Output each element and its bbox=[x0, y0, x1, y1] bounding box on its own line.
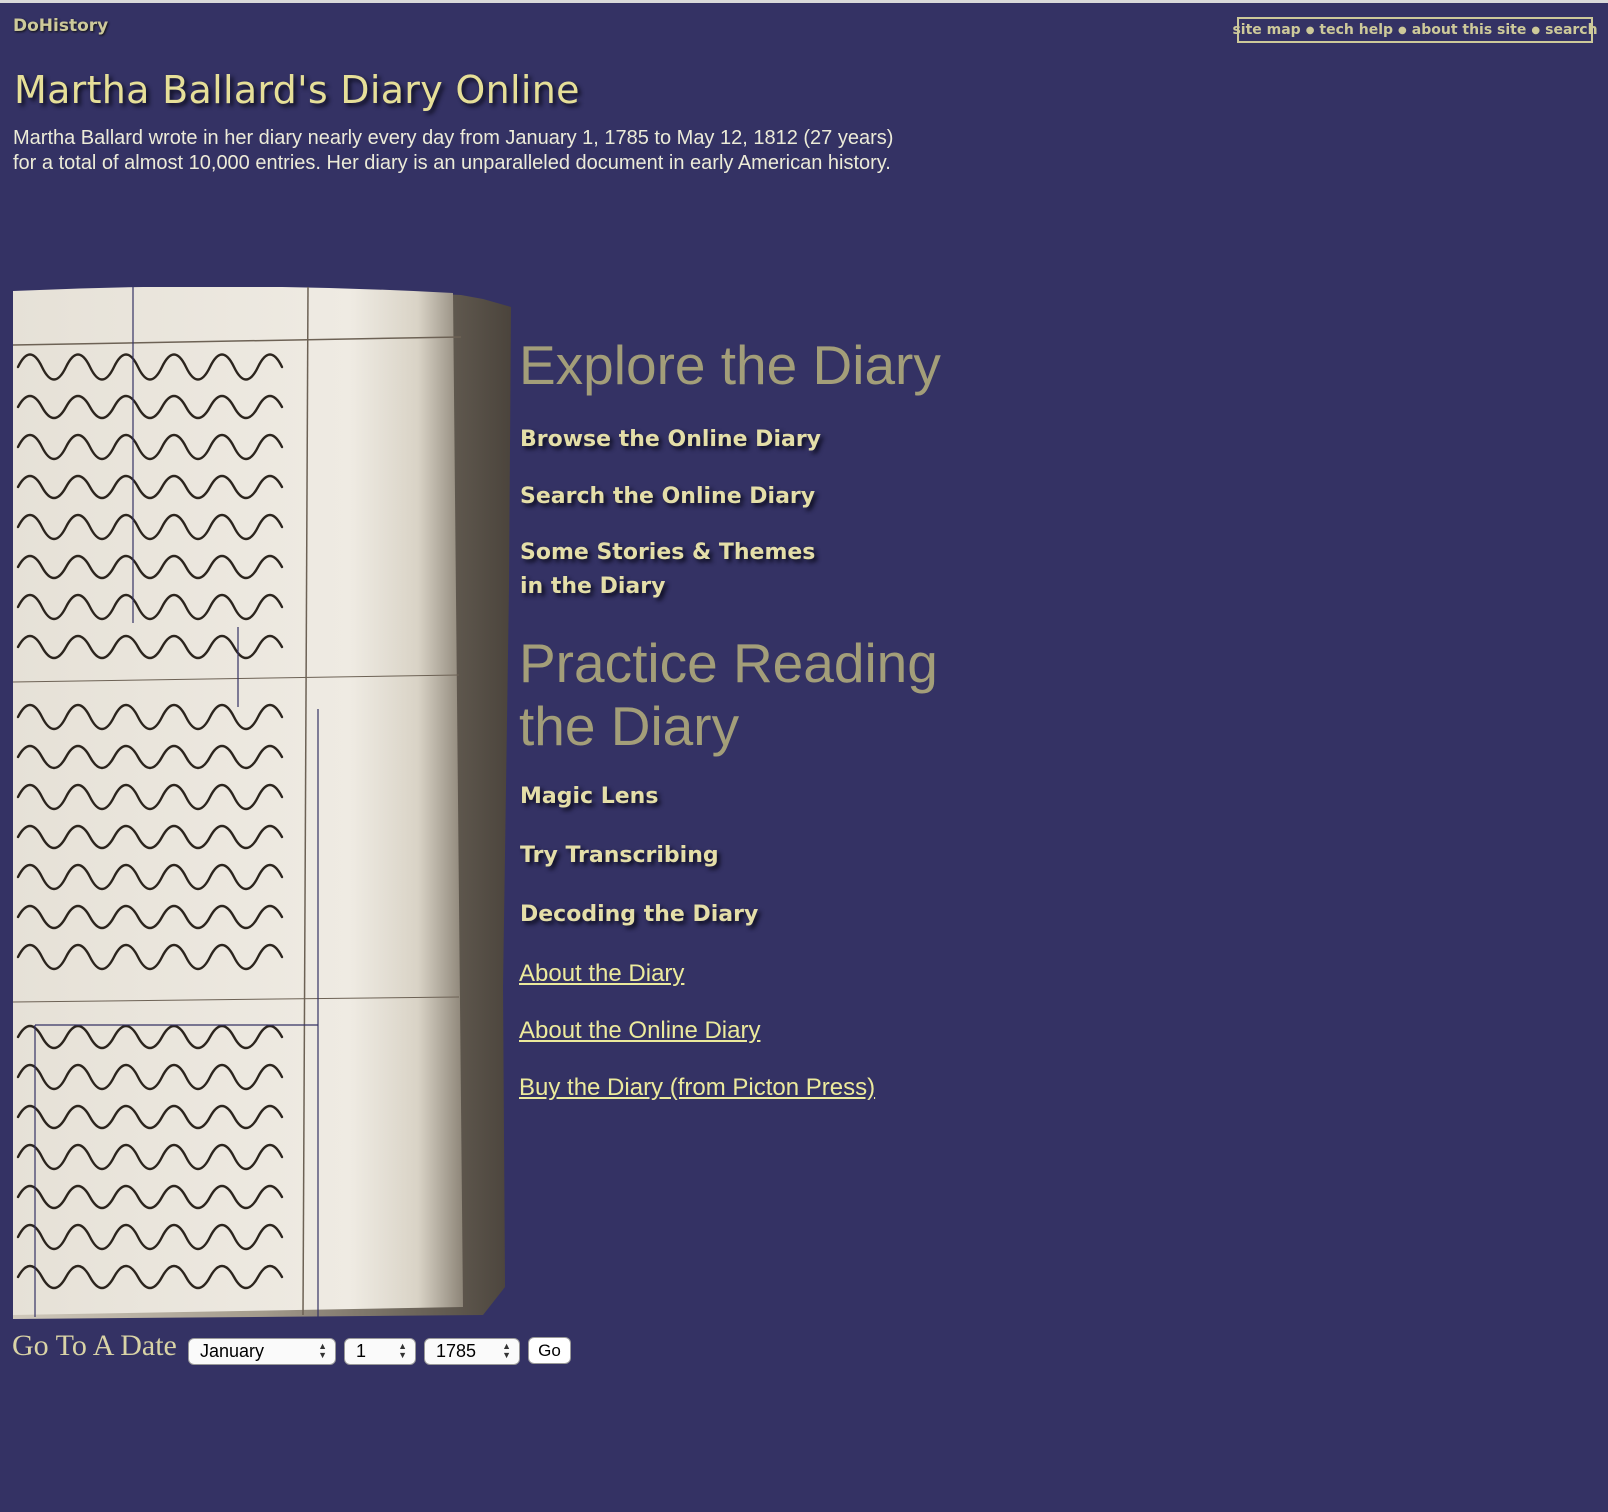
magic-lens-link[interactable]: Magic Lens bbox=[520, 780, 658, 814]
stories-themes-line-1: Some Stories & Themes bbox=[520, 540, 816, 565]
top-navigation: site map ● tech help ● about this site ●… bbox=[1232, 17, 1598, 43]
site-map-link[interactable]: site map bbox=[1232, 22, 1300, 38]
buy-diary-link[interactable]: Buy the Diary (from Picton Press) bbox=[519, 1074, 875, 1102]
intro-line-1: Martha Ballard wrote in her diary nearly… bbox=[13, 127, 894, 149]
month-select[interactable]: January ▲ ▼ bbox=[188, 1338, 336, 1365]
about-online-diary-link[interactable]: About the Online Diary bbox=[519, 1017, 760, 1045]
year-select[interactable]: 1785 ▲ ▼ bbox=[424, 1338, 520, 1365]
bullet-separator: ● bbox=[1305, 24, 1315, 36]
explore-diary-heading: Explore the Diary bbox=[519, 334, 941, 396]
tech-help-link[interactable]: tech help bbox=[1319, 22, 1393, 38]
about-diary-link[interactable]: About the Diary bbox=[519, 960, 684, 988]
stories-themes-line-2: in the Diary bbox=[520, 574, 666, 599]
try-transcribing-link[interactable]: Try Transcribing bbox=[520, 839, 719, 873]
top-rule bbox=[0, 0, 1608, 3]
search-link[interactable]: search bbox=[1545, 22, 1597, 38]
page-title: Martha Ballard's Diary Online bbox=[14, 68, 580, 112]
day-select[interactable]: 1 ▲ ▼ bbox=[344, 1338, 416, 1365]
select-arrows-icon: ▲ ▼ bbox=[318, 1341, 327, 1360]
year-select-value: 1785 bbox=[436, 1341, 477, 1361]
bullet-separator: ● bbox=[1531, 24, 1541, 36]
stories-themes-link[interactable]: Some Stories & Themes in the Diary bbox=[520, 536, 815, 604]
practice-reading-heading: Practice Reading the Diary bbox=[519, 632, 938, 757]
month-select-value: January bbox=[200, 1341, 265, 1361]
intro-text: Martha Ballard wrote in her diary nearly… bbox=[13, 126, 943, 176]
search-online-diary-link[interactable]: Search the Online Diary bbox=[520, 480, 815, 514]
about-this-site-link[interactable]: about this site bbox=[1412, 22, 1527, 38]
go-to-date-label: Go To A Date bbox=[12, 1329, 177, 1362]
browse-online-diary-link[interactable]: Browse the Online Diary bbox=[520, 423, 821, 457]
select-arrows-icon: ▲ ▼ bbox=[398, 1341, 407, 1360]
select-arrows-icon: ▲ ▼ bbox=[502, 1341, 511, 1360]
go-button[interactable]: Go bbox=[528, 1337, 571, 1364]
day-select-value: 1 bbox=[356, 1341, 367, 1361]
intro-line-2: for a total of almost 10,000 entries. He… bbox=[13, 152, 891, 174]
decoding-diary-link[interactable]: Decoding the Diary bbox=[520, 898, 758, 932]
site-name-link[interactable]: DoHistory bbox=[13, 16, 108, 36]
diary-page-image[interactable] bbox=[13, 287, 511, 1327]
bullet-separator: ● bbox=[1398, 24, 1407, 36]
